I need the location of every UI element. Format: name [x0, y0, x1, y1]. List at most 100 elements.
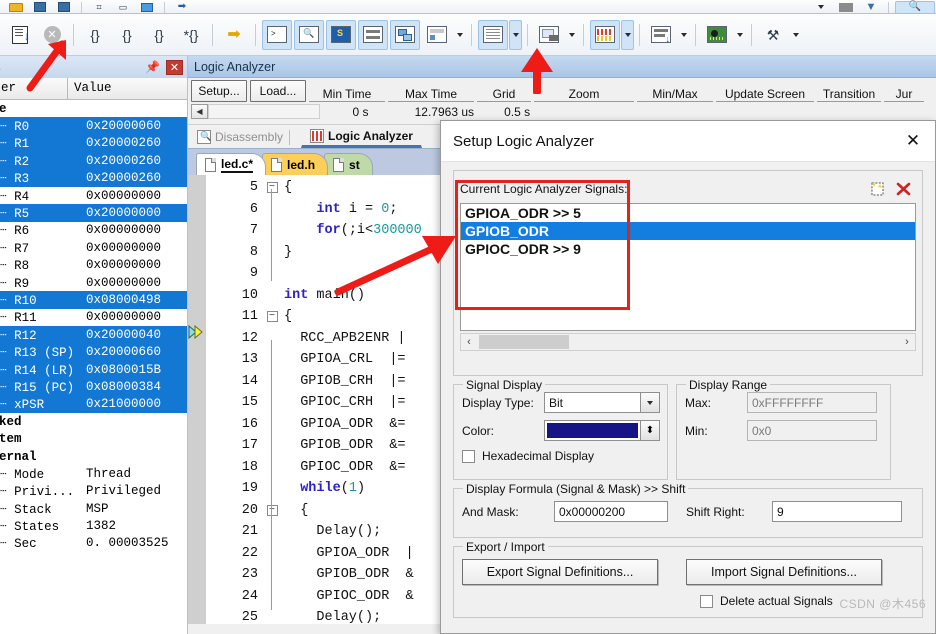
step-into-icon[interactable]: {} [80, 20, 110, 50]
pin-icon[interactable]: 📌 [145, 60, 160, 74]
register-row[interactable]: ┈┈┈ Stack MSP [0, 500, 187, 517]
stop-debug-icon[interactable]: ✕ [37, 20, 67, 50]
register-row[interactable]: ┈┈┈ R0 0x20000060 [0, 117, 187, 135]
max-input[interactable]: 0xFFFFFFFF [747, 392, 877, 413]
system-viewer-icon[interactable] [702, 20, 732, 50]
register-row[interactable]: ┈┈┈ R7 0x00000000 [0, 239, 187, 256]
scroll-left-icon[interactable]: ◀ [191, 104, 208, 119]
la-button-load[interactable]: Load... [250, 80, 306, 102]
serial-window-icon[interactable] [534, 20, 564, 50]
fold-marker[interactable]: − [264, 311, 280, 323]
step-over-icon[interactable]: {} [112, 20, 142, 50]
signal-list-item[interactable]: GPIOA_ODR >> 5 [461, 204, 915, 222]
close-icon[interactable]: ✕ [166, 59, 183, 75]
register-row[interactable]: ┈┈┈ Sec 0. 00003525 [0, 535, 187, 552]
la-field-label-min-max[interactable]: Min/Max [637, 80, 713, 102]
memory-dropdown-icon[interactable] [509, 19, 522, 50]
and-mask-input[interactable]: 0x00000200 [554, 501, 668, 522]
run-arrow-icon[interactable]: ➡ [171, 1, 193, 14]
close-icon[interactable]: ✕ [891, 121, 935, 161]
register-row[interactable]: ┈┈┈ R14 (LR) 0x0800015B [0, 360, 187, 379]
signals-horizontal-scrollbar[interactable]: ‹ › [460, 333, 916, 351]
target-icon[interactable] [29, 1, 51, 14]
register-row[interactable]: ┈┈┈ R8 0x00000000 [0, 257, 187, 274]
register-row[interactable]: ┈┈┈ xPSR 0x21000000 [0, 395, 187, 414]
target-alt-icon[interactable] [53, 1, 75, 14]
down-arrow-icon[interactable]: ▼ [860, 1, 882, 14]
symbols-icon[interactable]: S [326, 19, 356, 50]
command-window-icon[interactable]: > [262, 19, 292, 50]
register-row[interactable]: ┈┈┈ R10 0x08000498 [0, 291, 187, 309]
la-field-label-zoom[interactable]: Zoom [534, 80, 634, 102]
watch-dropdown-icon[interactable] [453, 20, 466, 50]
la-field-label-update-screen[interactable]: Update Screen [716, 80, 814, 102]
watch-window-icon[interactable] [422, 20, 452, 50]
register-row[interactable]: ┈┈┈ Mode Thread [0, 465, 187, 482]
export-signal-definitions-button[interactable]: Export Signal Definitions... [462, 559, 658, 585]
file-tab-ledh[interactable]: led.h [262, 153, 329, 175]
register-row[interactable]: ┈┈┈ R6 0x00000000 [0, 222, 187, 239]
register-row[interactable]: ┈┈┈ R12 0x20000040 [0, 326, 187, 344]
tools-dropdown-icon[interactable] [789, 20, 802, 50]
signal-list-item[interactable]: GPIOB_ODR [461, 222, 915, 240]
new-signal-icon[interactable] [864, 178, 890, 200]
fold-marker[interactable]: − [264, 182, 280, 194]
checkbox-box[interactable] [462, 449, 475, 463]
checkbox-box[interactable] [700, 594, 713, 608]
la-horizontal-scrollbar[interactable] [207, 104, 320, 119]
reset-cpu-icon[interactable]: ↓ [5, 20, 35, 50]
color-picker[interactable]: ⬍ [544, 420, 660, 441]
chevron-down-icon[interactable] [640, 393, 659, 412]
register-row[interactable]: ┈┈┈ R15 (PC) 0x08000384 [0, 378, 187, 396]
file-tab-ledc[interactable]: led.c* [196, 153, 267, 175]
trace-icon[interactable]: ↓ [646, 20, 676, 50]
fold-marker[interactable]: − [264, 504, 280, 516]
disassembly-icon[interactable]: 🔍 [294, 19, 324, 50]
file-tab-st[interactable]: st [324, 153, 373, 175]
chevron-left-icon[interactable]: ‹ [461, 336, 477, 348]
step-out-icon[interactable]: {} [144, 20, 174, 50]
import-signal-definitions-button[interactable]: Import Signal Definitions... [686, 559, 882, 585]
register-row[interactable]: nternal [0, 448, 187, 465]
register-row[interactable]: ┈┈┈ R9 0x00000000 [0, 274, 187, 291]
memory-window-icon[interactable] [478, 19, 508, 50]
la-field-label-max-time[interactable]: Max Time [388, 80, 474, 102]
register-row[interactable]: ┈┈┈ R3 0x20000260 [0, 169, 187, 187]
register-row[interactable]: anked [0, 413, 187, 430]
registers-list[interactable]: ore┈┈┈ R00x20000060┈┈┈ R10x20000260┈┈┈ R… [0, 100, 187, 552]
register-row[interactable]: ystem [0, 430, 187, 447]
register-row[interactable]: ┈┈┈ States 1382 [0, 517, 187, 534]
folder-icon[interactable] [5, 1, 27, 14]
register-row[interactable]: ┈┈┈ R1 0x20000260 [0, 134, 187, 153]
logic-analyzer-icon[interactable] [590, 19, 620, 50]
trace-dropdown-icon[interactable] [677, 20, 690, 50]
target-options-icon[interactable] [834, 1, 858, 14]
la-field-label-transition[interactable]: Transition [817, 80, 881, 102]
min-input[interactable]: 0x0 [747, 420, 877, 441]
register-row[interactable]: ┈┈┈ Privi... Privileged [0, 483, 187, 500]
run-to-cursor-icon[interactable]: *{} [176, 20, 206, 50]
registers-icon[interactable] [358, 19, 388, 50]
register-row[interactable]: ore [0, 100, 187, 117]
system-viewer-dropdown-icon[interactable] [733, 20, 746, 50]
la-field-label-jur[interactable]: Jur [884, 80, 924, 102]
call-stack-icon[interactable] [390, 19, 420, 50]
color-dropdown-icon[interactable]: ⬍ [640, 421, 659, 440]
search-icon[interactable]: 🔍 [895, 0, 935, 14]
register-row[interactable]: ┈┈┈ R4 0x00000000 [0, 187, 187, 204]
signals-listbox[interactable]: GPIOA_ODR >> 5 GPIOB_ODR GPIOC_ODR >> 9 [460, 203, 916, 331]
tools-icon[interactable]: ⚒ [758, 20, 788, 50]
register-row[interactable]: ┈┈┈ R11 0x00000000 [0, 309, 187, 326]
serial-dropdown-icon[interactable] [565, 20, 578, 50]
register-row[interactable]: ┈┈┈ R5 0x20000000 [0, 204, 187, 222]
la-field-label-min-time[interactable]: Min Time [309, 80, 385, 102]
register-row[interactable]: ┈┈┈ R2 0x20000260 [0, 152, 187, 170]
project-dropdown-icon[interactable] [810, 1, 832, 14]
scrollbar-thumb[interactable] [479, 335, 569, 349]
rebuild-icon[interactable]: ▭ [112, 1, 134, 14]
display-type-select[interactable]: Bit [544, 392, 660, 413]
logic-analyzer-dropdown-icon[interactable] [621, 19, 634, 50]
hexadecimal-display-checkbox[interactable]: Hexadecimal Display [462, 449, 667, 463]
load-icon[interactable] [136, 1, 158, 14]
doc-tab-logic-analyzer[interactable]: Logic Analyzer [301, 126, 422, 148]
